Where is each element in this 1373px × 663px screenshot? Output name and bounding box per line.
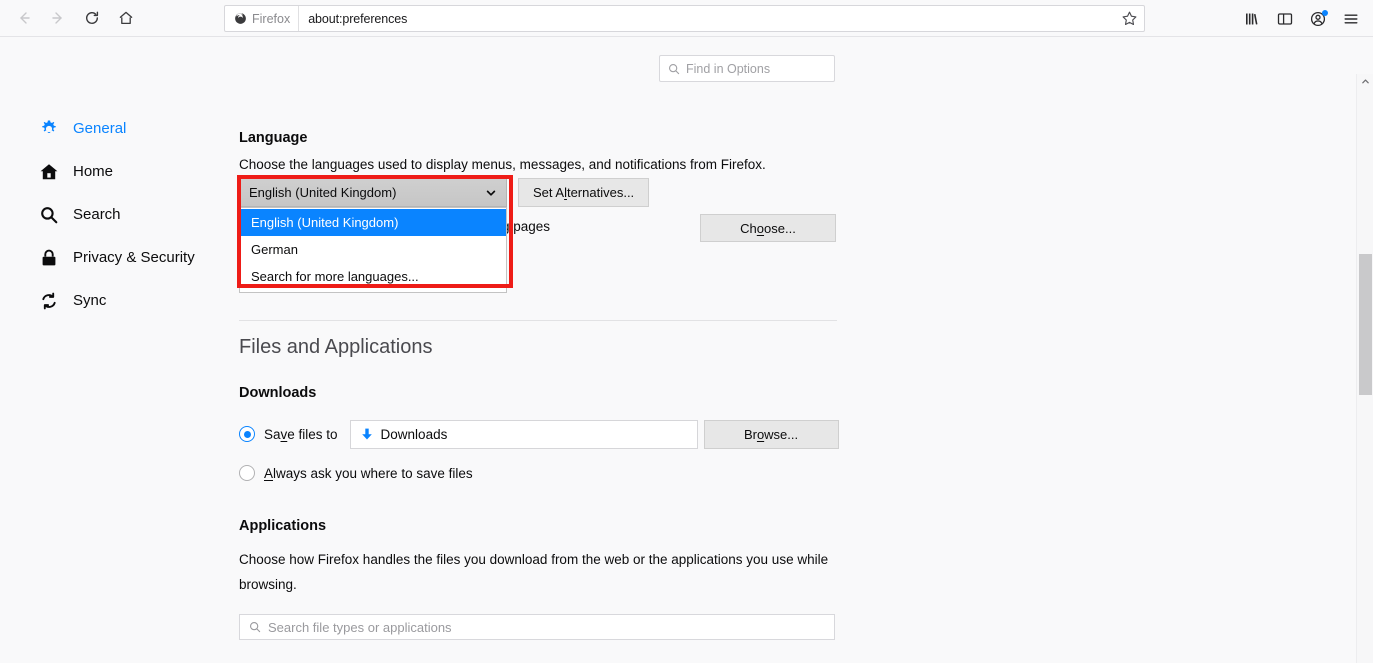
language-option-english-uk[interactable]: English (United Kingdom) bbox=[240, 209, 506, 236]
always-ask-row: Always ask you where to save files bbox=[239, 465, 473, 481]
downloads-title: Downloads bbox=[239, 385, 317, 401]
preferences-sidebar: General Home Search Privacy & Security S… bbox=[0, 107, 220, 322]
language-select[interactable]: English (United Kingdom) bbox=[239, 178, 507, 207]
chevron-up-icon[interactable] bbox=[1357, 74, 1373, 89]
download-path-field[interactable]: Downloads bbox=[349, 419, 698, 449]
applications-section: Applications Choose how Firefox handles … bbox=[239, 518, 839, 640]
choose-button[interactable]: Choose... bbox=[700, 214, 836, 242]
sidebar-item-search[interactable]: Search bbox=[0, 193, 220, 236]
sidebar-item-privacy-security[interactable]: Privacy & Security bbox=[0, 236, 220, 279]
language-option-label: Search for more languages... bbox=[251, 269, 419, 284]
sync-icon bbox=[38, 290, 59, 311]
applications-description: Choose how Firefox handles the files you… bbox=[239, 552, 829, 592]
sidebar-item-label: Home bbox=[73, 163, 114, 180]
chevron-down-icon bbox=[485, 187, 497, 199]
search-input-placeholder: Find in Options bbox=[686, 61, 771, 76]
sidebar-item-label: Privacy & Security bbox=[73, 249, 195, 266]
url-text[interactable]: about:preferences bbox=[308, 12, 1121, 26]
pages-language-text: g pages bbox=[502, 219, 551, 234]
downloads-section: Downloads Save files to Downloads Browse… bbox=[239, 385, 839, 481]
firefox-logo-icon bbox=[235, 13, 246, 24]
url-bar-container[interactable]: Firefox about:preferences bbox=[224, 5, 1145, 32]
language-option-label: German bbox=[251, 242, 298, 257]
files-and-applications-title: Files and Applications bbox=[239, 336, 433, 358]
toolbar-right-icons bbox=[1236, 0, 1367, 37]
home-icon bbox=[38, 161, 59, 182]
sidebar-item-home[interactable]: Home bbox=[0, 150, 220, 193]
url-bar[interactable]: Firefox about:preferences bbox=[224, 5, 1145, 32]
download-path-value: Downloads bbox=[380, 426, 448, 442]
search-input[interactable]: Find in Options bbox=[659, 55, 835, 82]
menu-icon[interactable] bbox=[1335, 4, 1367, 34]
account-icon[interactable] bbox=[1302, 4, 1334, 34]
bookmark-star-icon[interactable] bbox=[1121, 10, 1138, 27]
browse-button[interactable]: Browse... bbox=[703, 419, 839, 449]
preferences-page: Find in Options General Home Search Priv… bbox=[0, 37, 1373, 663]
language-option-german[interactable]: German bbox=[240, 236, 506, 263]
download-arrow-icon bbox=[361, 428, 372, 440]
sidebar-item-label: General bbox=[73, 120, 127, 137]
home-button[interactable] bbox=[110, 3, 142, 33]
search-icon bbox=[38, 204, 59, 225]
language-option-search-more[interactable]: Search for more languages... bbox=[240, 263, 506, 290]
sidebar-item-general[interactable]: General bbox=[0, 107, 220, 150]
lock-icon bbox=[38, 247, 59, 268]
save-files-to-radio[interactable] bbox=[239, 426, 255, 442]
always-ask-radio[interactable] bbox=[239, 465, 255, 481]
language-dropdown-list[interactable]: English (United Kingdom) German Search f… bbox=[239, 207, 507, 293]
back-button[interactable] bbox=[8, 3, 40, 33]
search-icon bbox=[249, 621, 261, 633]
language-title: Language bbox=[239, 130, 308, 146]
applications-search-input[interactable]: Search file types or applications bbox=[239, 614, 835, 640]
gear-icon bbox=[38, 118, 59, 139]
set-alternatives-button[interactable]: Set Alternatives... bbox=[518, 178, 650, 207]
sidebar-item-label: Search bbox=[73, 206, 121, 223]
identity-label: Firefox bbox=[252, 11, 291, 26]
applications-title: Applications bbox=[239, 518, 327, 534]
save-files-to-row: Save files to Downloads Browse... bbox=[239, 418, 839, 450]
reload-button[interactable] bbox=[76, 3, 108, 33]
language-select-value: English (United Kingdom) bbox=[249, 185, 397, 200]
library-icon[interactable] bbox=[1236, 4, 1268, 34]
save-files-to-label: Save files to bbox=[264, 426, 338, 442]
sidebar-icon[interactable] bbox=[1269, 4, 1301, 34]
language-description: Choose the languages used to display men… bbox=[239, 157, 766, 172]
account-badge-dot bbox=[1322, 9, 1328, 16]
browser-toolbar: Firefox about:preferences bbox=[0, 0, 1373, 37]
always-ask-label: Always ask you where to save files bbox=[264, 465, 473, 481]
language-option-label: English (United Kingdom) bbox=[251, 215, 399, 230]
identity-box[interactable]: Firefox bbox=[225, 6, 300, 31]
sidebar-item-sync[interactable]: Sync bbox=[0, 279, 220, 322]
section-divider bbox=[239, 320, 837, 321]
navigation-buttons bbox=[0, 3, 142, 33]
forward-button[interactable] bbox=[42, 3, 74, 33]
sidebar-item-label: Sync bbox=[73, 292, 107, 309]
search-icon bbox=[668, 63, 680, 74]
scrollbar-thumb[interactable] bbox=[1359, 254, 1372, 395]
applications-search-placeholder: Search file types or applications bbox=[268, 619, 452, 635]
find-in-options-container[interactable]: Find in Options bbox=[659, 55, 835, 82]
language-controls-row: English (United Kingdom) English (United… bbox=[237, 175, 839, 293]
language-section: Language Choose the languages used to di… bbox=[239, 130, 839, 172]
page-scrollbar[interactable] bbox=[1356, 74, 1373, 663]
